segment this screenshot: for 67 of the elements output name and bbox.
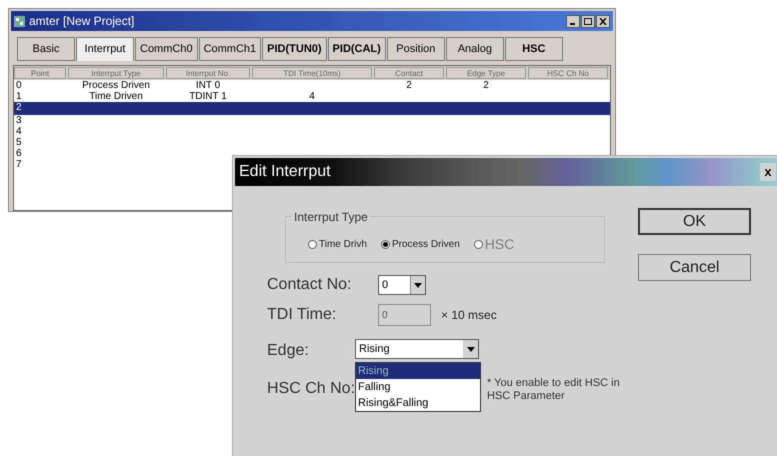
table-row[interactable]: 6 [14,148,610,159]
minimize-button[interactable] [566,14,580,28]
table-cell: 5 [16,137,22,148]
table-row[interactable]: 1 Time Driven TDINT 1 4 [14,91,610,102]
close-icon [599,18,607,24]
close-button[interactable] [596,14,610,28]
table-cell: 2 [16,102,22,113]
field-label: Contact No: [266,275,352,295]
field-label: TDI Time: [266,305,338,325]
column-header: Interrput No. [166,67,250,79]
table-cell: 4 [309,91,315,102]
maximize-icon [584,18,592,24]
unit-label: × 10 msec [441,307,497,324]
column-header: HSC Ch No [528,67,608,79]
table-cell: INT 0 [196,80,220,91]
radio-label: HSC [484,235,514,254]
table-row[interactable]: 3 [14,115,610,126]
dropdown-option[interactable]: Rising&Falling [356,395,480,411]
table-cell: 1 [16,91,22,102]
table-cell: TDINT 1 [189,91,227,102]
tab[interactable]: Interrput [76,37,134,61]
edge-dropdown[interactable]: Rising [355,339,480,359]
table-cell: 4 [16,126,22,137]
tab[interactable]: Analog [446,37,504,61]
tab[interactable]: CommCh0 [135,37,198,61]
table-cell: 6 [16,148,22,159]
tab[interactable]: PID(CAL) [328,37,386,61]
table-cell: Process Driven [82,80,150,91]
radio-button[interactable] [380,240,390,249]
column-header: Interrput Type [68,67,164,79]
table-row[interactable]: 2 [14,102,610,115]
dropdown-option[interactable]: Rising [356,363,480,379]
dialog-title: Edit Interrput [239,162,331,182]
tab[interactable]: CommCh1 [198,37,262,61]
column-header: Contact [374,67,444,79]
tab[interactable]: PID(TUN0) [262,37,327,61]
dialog-button[interactable]: OK [638,208,751,235]
caret-icon [414,282,422,288]
window-title: amter [New Project] [29,13,134,30]
contact-dropdown[interactable]: 0 [378,275,426,295]
column-header: Point [14,67,66,79]
table-row[interactable]: 0 Process Driven INT 0 2 2 [14,80,610,91]
radio-label: Process Driven [392,238,460,252]
tab[interactable]: HSC [504,37,563,61]
radio-button[interactable] [308,240,317,249]
tab[interactable]: Basic [17,37,75,61]
tab[interactable]: Position [386,37,445,61]
dialog-button[interactable]: Cancel [638,254,751,281]
table-cell: 2 [406,80,412,91]
table-row[interactable]: 4 [14,126,610,137]
radio-label: Time Drivh [319,238,367,252]
field-label: HSC Ch No: [266,379,356,399]
column-header: TDI Time(10ms) [252,67,372,79]
dropdown-option[interactable]: Falling [356,379,480,395]
table-row[interactable]: 5 [14,137,610,148]
table-cell: Time Driven [89,91,143,102]
field-label: Edge: [266,341,310,361]
maximize-button[interactable] [581,14,595,28]
note-text: * You enable to edit HSC in HSC Parameter [487,377,621,403]
table-cell: 3 [16,115,22,126]
app-icon [14,16,25,26]
table-cell: 2 [483,80,489,91]
column-header: Edge Type [446,67,526,79]
caret-icon [466,346,475,352]
table-cell: 0 [16,80,22,91]
table-cell: 7 [16,159,22,170]
close-button[interactable]: x [760,163,776,181]
